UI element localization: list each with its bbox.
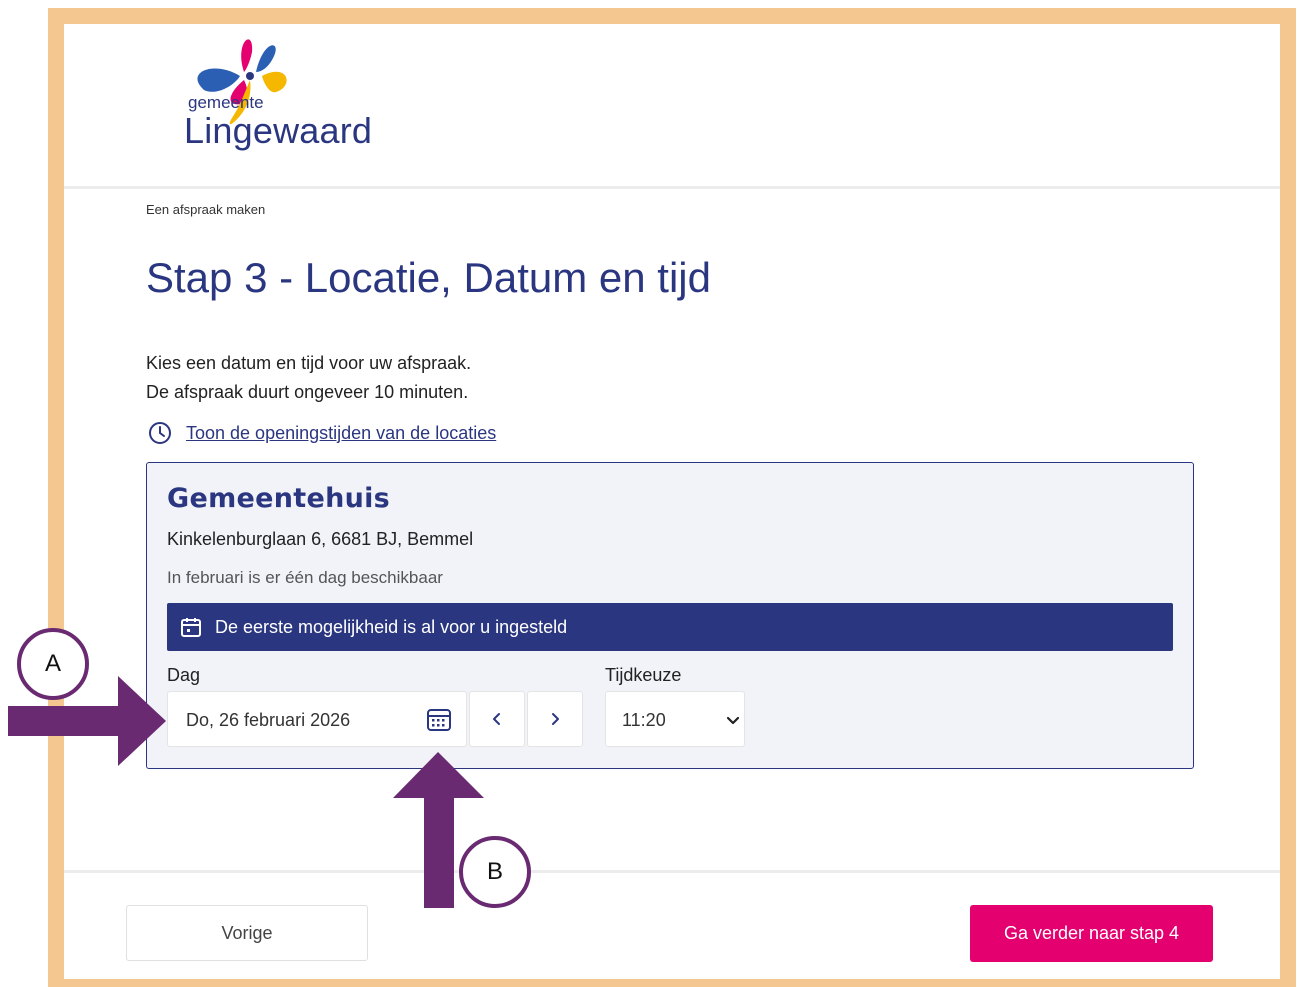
location-card: Gemeentehuis Kinkelenburglaan 6, 6681 BJ… bbox=[146, 462, 1194, 769]
calendar-grid-icon[interactable] bbox=[426, 707, 452, 733]
day-input[interactable]: Do, 26 februari 2026 bbox=[167, 691, 467, 747]
banner-text: De eerste mogelijkheid is al voor u inge… bbox=[215, 616, 568, 637]
intro-line-2: De afspraak duurt ongeveer 10 minuten. bbox=[146, 382, 469, 402]
chevron-down-icon bbox=[726, 716, 740, 725]
footer-bar: Vorige Ga verder naar stap 4 bbox=[64, 870, 1280, 979]
chevron-right-icon bbox=[552, 713, 559, 725]
breadcrumb[interactable]: Een afspraak maken bbox=[146, 202, 265, 217]
intro-text: Kies een datum en tijd voor uw afspraak.… bbox=[146, 349, 471, 407]
next-day-button[interactable] bbox=[527, 691, 583, 747]
location-address: Kinkelenburglaan 6, 6681 BJ, Bemmel bbox=[167, 529, 474, 549]
time-value: 11:20 bbox=[622, 710, 666, 730]
opening-hours-link-label[interactable]: Toon de openingstijden van de locaties bbox=[186, 423, 496, 444]
day-label: Dag bbox=[167, 665, 201, 685]
location-name: Gemeentehuis bbox=[167, 483, 391, 514]
site-header: gemeente Lingewaard bbox=[64, 24, 1280, 189]
clock-icon bbox=[149, 422, 171, 444]
chevron-left-icon bbox=[493, 713, 500, 725]
page-title: Stap 3 - Locatie, Datum en tijd bbox=[146, 254, 711, 301]
annotation-b-badge: B bbox=[459, 836, 531, 908]
logo-title: Lingewaard bbox=[184, 110, 373, 151]
opening-hours-link[interactable]: Toon de openingstijden van de locaties bbox=[148, 421, 496, 445]
page: gemeente Lingewaard Een afspraak maken S… bbox=[64, 24, 1280, 979]
time-select[interactable]: 11:20 bbox=[605, 691, 745, 747]
previous-day-button[interactable] bbox=[469, 691, 525, 747]
intro-line-1: Kies een datum en tijd voor uw afspraak. bbox=[146, 353, 472, 373]
annotation-a-label: A bbox=[44, 650, 61, 677]
day-value: Do, 26 februari 2026 bbox=[186, 710, 351, 730]
availability-text: In februari is er één dag beschikbaar bbox=[167, 568, 443, 587]
annotation-a-badge: A bbox=[17, 628, 89, 700]
calendar-icon bbox=[181, 618, 201, 637]
previous-button[interactable]: Vorige bbox=[126, 905, 368, 961]
annotation-b-label: B bbox=[486, 858, 503, 885]
time-label: Tijdkeuze bbox=[605, 665, 682, 685]
first-option-banner: De eerste mogelijkheid is al voor u inge… bbox=[167, 603, 1173, 651]
next-step-button[interactable]: Ga verder naar stap 4 bbox=[970, 905, 1213, 962]
